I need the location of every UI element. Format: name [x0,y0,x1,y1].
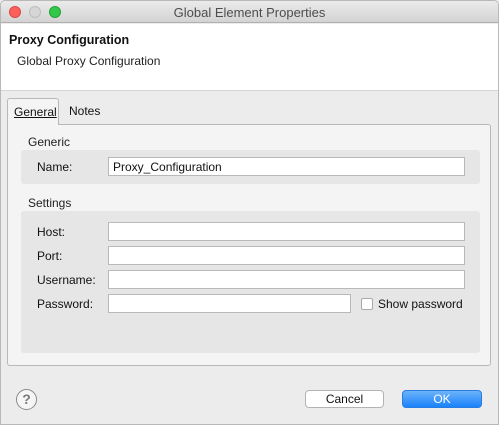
cancel-button[interactable]: Cancel [305,390,384,408]
settings-section-label: Settings [28,196,72,210]
title-bar[interactable]: Global Element Properties [1,1,498,23]
port-field[interactable] [108,246,465,265]
general-tab-panel: Generic Name: Settings Host: Port: Usern… [7,124,491,366]
username-label: Username: [37,273,96,287]
tab-general[interactable]: General [7,98,59,125]
username-field[interactable] [108,270,465,289]
window-title: Global Element Properties [173,5,326,20]
port-label: Port: [37,249,63,263]
show-password-checkbox[interactable] [361,298,373,310]
host-label: Host: [37,225,66,239]
header-subtitle: Global Proxy Configuration [17,54,161,68]
tab-container: General Notes Generic Name: Settings Hos… [7,98,491,368]
generic-section-label: Generic [28,135,71,149]
ok-button[interactable]: OK [402,390,482,408]
password-label: Password: [37,297,94,311]
tab-notes[interactable]: Notes [63,98,106,125]
tab-notes-label: Notes [69,104,101,118]
generic-section-box: Name: [21,150,480,184]
name-field[interactable] [108,157,465,176]
settings-section-box: Host: Port: Username: Password: Show pas… [21,211,480,353]
tab-general-label: General [14,105,57,119]
dialog-window: Global Element Properties Proxy Configur… [0,0,499,425]
password-field[interactable] [108,294,351,313]
name-label: Name: [37,160,73,174]
host-field[interactable] [108,222,465,241]
dialog-header: Proxy Configuration Global Proxy Configu… [1,24,498,91]
header-title: Proxy Configuration [9,33,130,47]
help-icon[interactable]: ? [16,389,37,410]
show-password-label[interactable]: Show password [378,297,463,311]
